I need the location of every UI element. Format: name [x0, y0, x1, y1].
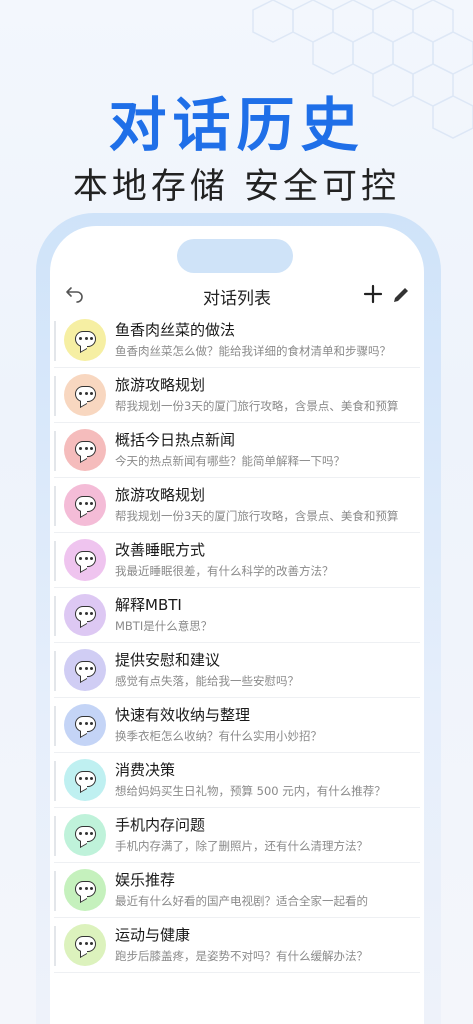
- conversation-item[interactable]: 解释MBTI MBTI是什么意思？: [54, 588, 420, 643]
- conversation-preview: 今天的热点新闻有哪些？能简单解释一下吗？: [115, 454, 345, 468]
- conversation-title: 娱乐推荐: [115, 871, 176, 889]
- conversation-title: 改善睡眠方式: [115, 541, 206, 559]
- conversation-preview: 最近有什么好看的国产电视剧？适合全家一起看的: [115, 894, 368, 908]
- conversation-preview: 手机内存满了，除了删照片，还有什么清理方法？: [115, 839, 368, 853]
- pencil-icon[interactable]: [390, 284, 412, 306]
- item-divider: [54, 926, 56, 966]
- conversation-item[interactable]: 提供安慰和建议感觉有点失落，能给我一些安慰吗？: [54, 643, 420, 698]
- phone-screen: 对话列表 鱼香肉丝菜的做法 鱼香肉丝菜怎么做？能给我详细的食材清单和步骤吗？ 旅游攻…: [50, 226, 424, 1024]
- phone-notch: [177, 239, 293, 273]
- conversation-item[interactable]: 运动与健康跑步后膝盖疼，是姿势不对吗？有什么缓解办法？: [54, 918, 420, 973]
- conversation-item[interactable]: 消费决策想给妈妈买生日礼物，预算 500 元内，有什么推荐？: [54, 753, 420, 808]
- item-divider: [54, 706, 56, 746]
- conversation-item[interactable]: 概括今日热点新闻今天的热点新闻有哪些？能简单解释一下吗？: [54, 423, 420, 478]
- chat-bubble-icon: [64, 704, 106, 746]
- conversation-title: 提供安慰和建议: [115, 651, 221, 669]
- page-subline: 本地存储 安全可控: [72, 167, 401, 207]
- conversation-item[interactable]: 手机内存问题手机内存满了，除了删照片，还有什么清理方法？: [54, 808, 420, 863]
- conversation-title: 运动与健康: [115, 926, 191, 944]
- item-divider: [54, 376, 56, 416]
- conversation-preview: 帮我规划一份3天的厦门旅行攻略，含景点、美食和预算: [115, 399, 399, 413]
- conversation-preview: 跑步后膝盖疼，是姿势不对吗？有什么缓解办法？: [115, 949, 368, 963]
- conversation-item[interactable]: 快速有效收纳与整理换季衣柜怎么收纳？有什么实用小妙招？: [54, 698, 420, 753]
- conversation-item[interactable]: 鱼香肉丝菜的做法鱼香肉丝菜怎么做？能给我详细的食材清单和步骤吗？: [54, 313, 420, 368]
- chat-bubble-icon: [64, 484, 106, 526]
- item-divider: [54, 486, 56, 526]
- conversation-title: 快速有效收纳与整理: [115, 706, 251, 724]
- conversation-title: 消费决策: [115, 761, 176, 779]
- conversation-title: 解释MBTI: [115, 596, 182, 614]
- nav-bar: 对话列表: [50, 281, 424, 311]
- conversation-title: 旅游攻略规划: [115, 376, 206, 394]
- item-divider: [54, 761, 56, 801]
- item-divider: [54, 816, 56, 856]
- conversation-preview: 换季衣柜怎么收纳？有什么实用小妙招？: [115, 729, 322, 743]
- conversation-preview: 鱼香肉丝菜怎么做？能给我详细的食材清单和步骤吗？: [115, 344, 391, 358]
- conversation-item[interactable]: 娱乐推荐最近有什么好看的国产电视剧？适合全家一起看的: [54, 863, 420, 918]
- conversation-preview: MBTI是什么意思？: [115, 619, 213, 633]
- conversation-title: 概括今日热点新闻: [115, 431, 236, 449]
- conversation-preview: 感觉有点失落，能给我一些安慰吗？: [115, 674, 299, 688]
- chat-bubble-icon: [64, 759, 106, 801]
- chat-bubble-icon: [64, 594, 106, 636]
- chat-bubble-icon: [64, 539, 106, 581]
- item-divider: [54, 541, 56, 581]
- conversation-title: 手机内存问题: [115, 816, 206, 834]
- item-divider: [54, 321, 56, 361]
- chat-bubble-icon: [64, 814, 106, 856]
- conversation-item[interactable]: 改善睡眠方式我最近睡眠很差，有什么科学的改善方法？: [54, 533, 420, 588]
- conversation-preview: 想给妈妈买生日礼物，预算 500 元内，有什么推荐？: [115, 784, 386, 798]
- conversation-preview: 帮我规划一份3天的厦门旅行攻略，含景点、美食和预算: [115, 509, 399, 523]
- conversation-preview: 我最近睡眠很差，有什么科学的改善方法？: [115, 564, 334, 578]
- chat-bubble-icon: [64, 869, 106, 911]
- page-headline: 对话历史: [108, 91, 365, 159]
- item-divider: [54, 651, 56, 691]
- conversation-title: 旅游攻略规划: [115, 486, 206, 504]
- chat-bubble-icon: [64, 319, 106, 361]
- conversation-item[interactable]: 旅游攻略规划帮我规划一份3天的厦门旅行攻略，含景点、美食和预算: [54, 478, 420, 533]
- chat-bubble-icon: [64, 649, 106, 691]
- chat-bubble-icon: [64, 374, 106, 416]
- chat-bubble-icon: [64, 429, 106, 471]
- item-divider: [54, 871, 56, 911]
- item-divider: [54, 596, 56, 636]
- conversation-list: 鱼香肉丝菜的做法 鱼香肉丝菜怎么做？能给我详细的食材清单和步骤吗？ 旅游攻略规划 帮我…: [54, 313, 420, 973]
- chat-bubble-icon: [64, 924, 106, 966]
- conversation-title: 鱼香肉丝菜的做法: [115, 321, 236, 339]
- plus-icon[interactable]: [362, 283, 384, 305]
- item-divider: [54, 431, 56, 471]
- conversation-item[interactable]: 旅游攻略规划帮我规划一份3天的厦门旅行攻略，含景点、美食和预算: [54, 368, 420, 423]
